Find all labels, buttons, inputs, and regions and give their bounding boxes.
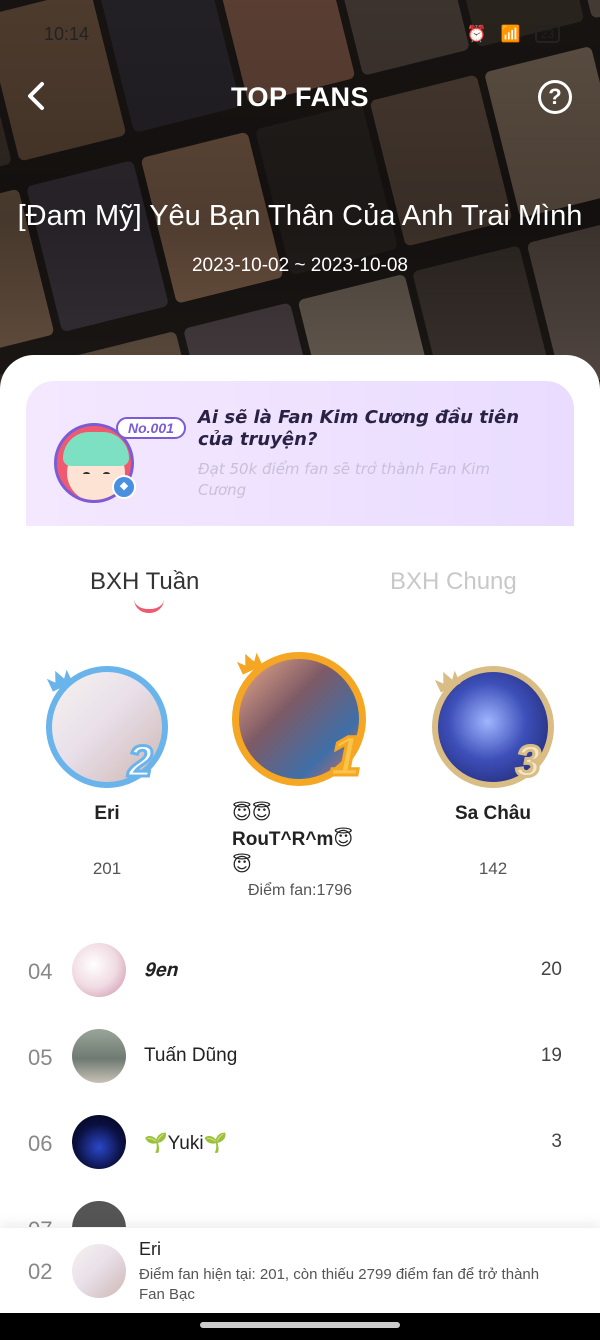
- list-rank: 05: [28, 1045, 53, 1070]
- first-place-score: Điểm fan:1796: [247, 882, 353, 899]
- list-score: 3: [551, 1131, 562, 1152]
- ranking-sheet: ◆ No.001 Ai sẽ là Fan Kim Cương đầu tiên…: [0, 355, 600, 1340]
- story-title: [Đam Mỹ] Yêu Bạn Thân Của Anh Trai Mình: [17, 200, 583, 232]
- list-rank: 06: [28, 1131, 53, 1156]
- status-time: 10:14: [44, 24, 90, 44]
- list-item[interactable]: 05 Tuấn Dũng 19: [0, 1013, 600, 1099]
- home-indicator[interactable]: [200, 1322, 400, 1328]
- rank-tag: No.001: [116, 417, 186, 439]
- date-range: 2023-10-02 ~ 2023-10-08: [191, 255, 409, 276]
- banner-title: Ai sẽ là Fan Kim Cương đầu tiên của truy…: [198, 407, 520, 450]
- list-item[interactable]: 06 🌱Yuki🌱 3: [0, 1099, 600, 1185]
- wifi-icon: 📶: [500, 26, 521, 43]
- second-place-rank: 2: [126, 736, 154, 788]
- my-name: Eri: [139, 1239, 161, 1259]
- status-bar: 10:14 ⏰ 📶 23: [0, 0, 600, 70]
- system-nav-bar: [0, 1313, 600, 1340]
- my-progress-note: Điểm fan hiện tại: 201, còn thiếu 2799 đ…: [139, 1266, 540, 1303]
- help-button[interactable]: ?: [538, 80, 572, 114]
- list-name: 🌱Yuki🌱: [144, 1133, 228, 1154]
- diamond-icon: ◆: [112, 475, 136, 499]
- tab-weekly[interactable]: BXH Tuần: [90, 568, 199, 596]
- status-icons: ⏰ 📶 23: [467, 24, 560, 44]
- list-rank: 04: [28, 959, 53, 984]
- banner-subtitle: Đạt 50k điểm fan sẽ trở thành Fan Kim Cư…: [198, 460, 490, 499]
- list-name: Tuấn Dũng: [144, 1045, 238, 1066]
- avatar: [72, 1029, 126, 1083]
- diamond-fan-banner: ◆ No.001 Ai sẽ là Fan Kim Cương đầu tiên…: [26, 381, 574, 526]
- second-place-score: 201: [92, 859, 122, 878]
- list-score: 20: [540, 959, 562, 980]
- avatar: [72, 1201, 126, 1227]
- question-icon: ?: [548, 84, 562, 109]
- page-title: TOP FANS: [230, 82, 370, 112]
- third-place-rank: 3: [514, 736, 542, 788]
- third-place-score: 142: [478, 859, 508, 878]
- avatar: [72, 1115, 126, 1169]
- first-place-rank: 1: [328, 723, 362, 789]
- third-place-name: Sa Châu: [454, 803, 532, 824]
- alarm-icon: ⏰: [466, 26, 487, 43]
- avatar: [72, 1244, 126, 1298]
- active-tab-indicator: [134, 599, 164, 613]
- fan-list: 04 𝟗𝐞𝐧 20 05 Tuấn Dũng 19 06 🌱Yuki🌱 3 07: [0, 927, 600, 1227]
- list-name: 𝟗𝐞𝐧: [144, 959, 178, 981]
- list-rank: 07: [28, 1217, 52, 1227]
- avatar: [72, 943, 126, 997]
- list-item[interactable]: 07: [0, 1185, 600, 1227]
- second-place-name: Eri: [94, 803, 120, 824]
- my-rank: 02: [28, 1259, 53, 1284]
- tab-overall[interactable]: BXH Chung: [390, 568, 517, 596]
- first-place-name: 😇😇RouT^R^m😇😇: [232, 803, 354, 876]
- my-rank-bar[interactable]: 02 Eri Điểm fan hiện tại: 201, còn thiếu…: [0, 1228, 600, 1314]
- list-score: 19: [540, 1045, 562, 1066]
- battery-icon: 23: [534, 25, 560, 43]
- list-item[interactable]: 04 𝟗𝐞𝐧 20: [0, 927, 600, 1013]
